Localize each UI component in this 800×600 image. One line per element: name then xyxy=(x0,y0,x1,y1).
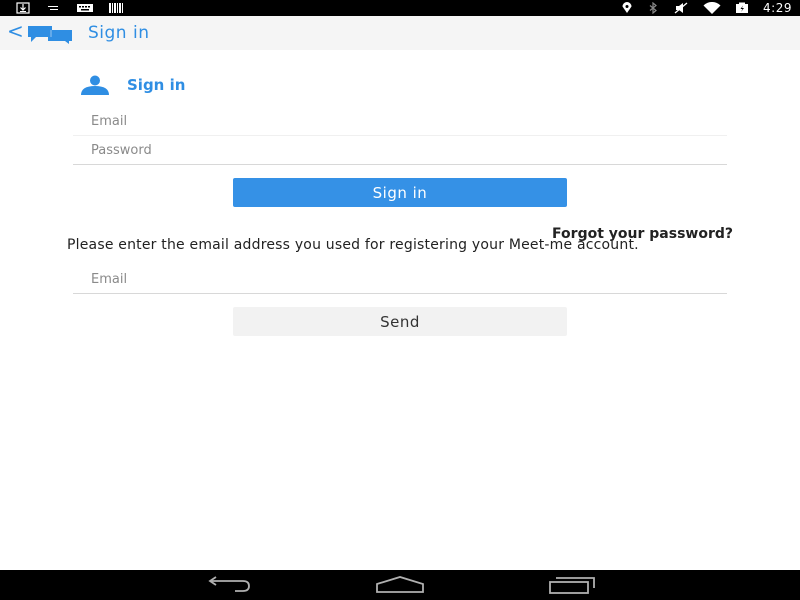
keyboard-icon xyxy=(77,4,93,12)
status-bar-right: 4:29 xyxy=(621,0,792,16)
back-chevron-icon[interactable]: < xyxy=(7,21,24,41)
password-field-container xyxy=(73,137,727,165)
reset-help-text: Please enter the email address you used … xyxy=(67,237,639,253)
signin-header: Sign in xyxy=(80,74,185,96)
signin-button[interactable]: Sign in xyxy=(233,178,567,207)
back-icon[interactable] xyxy=(205,576,253,594)
status-bar-left xyxy=(16,2,124,14)
email-field-container xyxy=(73,108,727,136)
send-button[interactable]: Send xyxy=(233,307,567,336)
notification-icon xyxy=(48,6,58,10)
password-input[interactable] xyxy=(73,137,727,164)
status-time: 4:29 xyxy=(763,1,792,15)
navigation-bar xyxy=(0,570,800,600)
email-input[interactable] xyxy=(73,108,727,135)
signin-heading: Sign in xyxy=(127,76,186,94)
bluetooth-icon xyxy=(649,2,657,14)
reset-email-input[interactable] xyxy=(73,266,727,293)
home-icon[interactable] xyxy=(376,576,424,594)
wifi-icon xyxy=(703,2,721,14)
chat-bubbles-logo-icon[interactable] xyxy=(26,24,74,44)
download-icon xyxy=(16,2,30,14)
user-icon xyxy=(81,75,109,95)
battery-icon xyxy=(736,2,749,13)
barcode-icon xyxy=(109,3,123,13)
status-bar: 4:29 xyxy=(0,0,800,16)
location-icon xyxy=(622,2,632,13)
action-bar: < Sign in xyxy=(0,16,800,50)
reset-email-field-container xyxy=(73,266,727,294)
action-bar-title: Sign in xyxy=(88,23,150,43)
mute-icon xyxy=(674,2,688,14)
recents-icon[interactable] xyxy=(548,576,596,594)
